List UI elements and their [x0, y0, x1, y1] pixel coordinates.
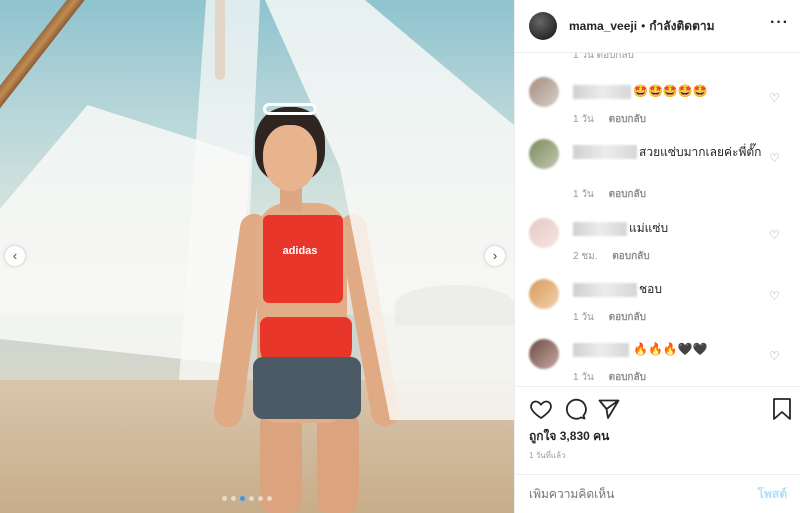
comment-meta: 1 วัน ตอบกลับ	[573, 112, 658, 127]
commenter-avatar[interactable]	[529, 218, 559, 248]
comment-time: 1 วัน	[573, 312, 594, 323]
separator-dot: •	[641, 19, 646, 33]
comment-meta: 1 วัน ตอบกลับ	[573, 370, 658, 385]
reply-button[interactable]: ตอบกลับ	[609, 114, 646, 125]
more-options-icon[interactable]: ···	[770, 14, 789, 32]
post-actions: ถูกใจ 3,830 คน 1 วันที่แล้ว	[515, 386, 800, 476]
post-comment-button[interactable]: โพสต์	[758, 485, 787, 504]
add-comment-bar: โพสต์	[515, 474, 800, 513]
following-button[interactable]: กำลังติดตาม	[649, 17, 714, 36]
face	[263, 125, 317, 191]
reply-button[interactable]: ตอบกลับ	[609, 372, 646, 383]
comment-time: 1 วัน	[573, 189, 594, 200]
sunglasses	[263, 103, 317, 115]
carousel-dot[interactable]	[222, 496, 227, 501]
carousel-dot-active[interactable]	[240, 496, 245, 501]
avatar[interactable]	[529, 12, 557, 40]
commenter-avatar[interactable]	[529, 339, 559, 369]
commenter-avatar[interactable]	[529, 77, 559, 107]
brand-logo: adidas	[282, 245, 318, 257]
comment-text: แม่แซ่บ	[629, 221, 669, 235]
commenter-name-blurred[interactable]	[573, 85, 631, 99]
comment-time: 2 ชม.	[573, 251, 598, 262]
likes-count[interactable]: ถูกใจ 3,830 คน	[529, 427, 609, 446]
comment-input[interactable]	[529, 487, 758, 501]
reply-button[interactable]: ตอบกลับ	[609, 312, 646, 323]
post-timestamp[interactable]: 1 วันที่แล้ว	[529, 449, 565, 462]
commenter-avatar[interactable]	[529, 139, 559, 169]
comment-text: ชอบ	[639, 282, 662, 296]
comment-text: 🤩🤩🤩🤩🤩	[633, 84, 708, 98]
carousel-dot[interactable]	[267, 496, 272, 501]
carousel-dot[interactable]	[258, 496, 263, 501]
carousel-dots	[222, 496, 272, 501]
bookmark-icon[interactable]	[771, 397, 793, 421]
heart-icon[interactable]	[529, 397, 553, 421]
carousel-dot[interactable]	[231, 496, 236, 501]
comment-text: สวยแซ่บมากเลยค่ะพี่ตั๊ก	[639, 145, 762, 159]
reply-button[interactable]: ตอบกลับ	[609, 189, 646, 200]
chevron-left-icon: ‹	[12, 248, 18, 263]
carousel-dot[interactable]	[249, 496, 254, 501]
comment-meta-partial: 1 วัน ตอบกลับ	[573, 53, 634, 61]
comments-list[interactable]: 1 วัน ตอบกลับ 🤩🤩🤩🤩🤩 1 วัน ตอบกลับ ♡ สวยแ…	[515, 53, 800, 386]
comment-meta: 1 วัน ตอบกลับ	[573, 310, 658, 325]
post-header: mama_veeji • กำลังติดตาม ···	[515, 0, 800, 53]
red-top	[263, 215, 343, 303]
share-icon[interactable]	[597, 397, 621, 421]
username-link[interactable]: mama_veeji	[569, 19, 637, 33]
comment-icon[interactable]	[563, 397, 587, 421]
comment-like-heart-icon[interactable]: ♡	[769, 349, 780, 363]
commenter-name-blurred[interactable]	[573, 343, 629, 357]
comment-text: 🔥🔥🔥🖤🖤	[633, 342, 708, 356]
comment-like-heart-icon[interactable]: ♡	[769, 228, 780, 242]
comment-time: 1 วัน	[573, 372, 594, 383]
chevron-right-icon: ›	[492, 248, 498, 263]
post-image[interactable]: adidas ‹ ›	[0, 0, 514, 513]
denim-shorts	[253, 357, 361, 419]
comment-like-heart-icon[interactable]: ♡	[769, 91, 780, 105]
commenter-avatar[interactable]	[529, 279, 559, 309]
comment-meta: 2 ชม. ตอบกลับ	[573, 249, 662, 264]
comment-like-heart-icon[interactable]: ♡	[769, 289, 780, 303]
carousel-prev-button[interactable]: ‹	[5, 246, 25, 266]
comment-like-heart-icon[interactable]: ♡	[769, 151, 780, 165]
reply-button[interactable]: ตอบกลับ	[612, 251, 649, 262]
leg-right	[317, 413, 359, 513]
carousel-next-button[interactable]: ›	[485, 246, 505, 266]
post-side-panel: mama_veeji • กำลังติดตาม ··· 1 วัน ตอบกล…	[514, 0, 800, 513]
commenter-name-blurred[interactable]	[573, 222, 627, 236]
commenter-name-blurred[interactable]	[573, 283, 637, 297]
comment-meta: 1 วัน ตอบกลับ	[573, 187, 658, 202]
comment-time: 1 วัน	[573, 114, 594, 125]
